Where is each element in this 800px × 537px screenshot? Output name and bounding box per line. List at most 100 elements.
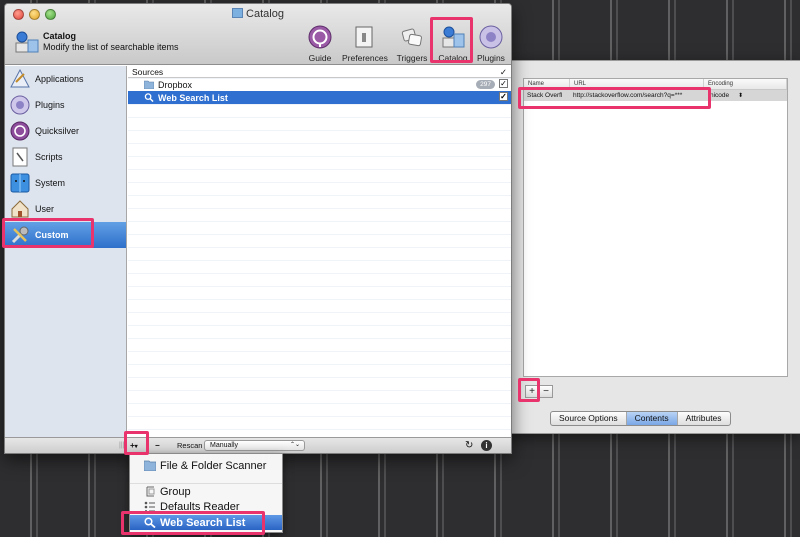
item-count-badge: 297 (476, 80, 495, 89)
toolbar-catalog-label: Catalog (438, 53, 468, 63)
sidebar-item-label: User (35, 204, 55, 214)
page-subtitle: Modify the list of searchable items (43, 42, 179, 52)
rescan-value: Manually (210, 442, 239, 449)
defaults-reader-icon (144, 501, 155, 512)
menu-item-defaults-reader[interactable]: Defaults Reader (130, 499, 282, 514)
encoding-value: nicode (710, 92, 730, 99)
menu-item-file-folder-scanner[interactable]: File & Folder Scanner (130, 458, 282, 473)
web-search-table: Name URL Encoding Stack Overfl http://st… (523, 78, 788, 377)
catalog-header-icon (15, 31, 39, 53)
sidebar-item-system[interactable]: System (5, 170, 126, 196)
enabled-column-title: ✓ (499, 67, 507, 77)
tab-attributes[interactable]: Attributes (678, 412, 730, 425)
magnifier-icon (144, 517, 156, 528)
catalog-title-icon (232, 8, 244, 18)
source-detail-window: Name URL Encoding Stack Overfl http://st… (508, 60, 800, 434)
toolbar-guide-label: Guide (308, 53, 332, 63)
rescan-popup[interactable]: Manually ⌃⌄ (204, 440, 305, 451)
sidebar-item-label: Quicksilver (35, 126, 80, 136)
toolbar-triggers[interactable]: Triggers (392, 25, 432, 63)
system-icon (10, 173, 30, 193)
toolbar-plugins[interactable]: Plugins (471, 25, 511, 63)
custom-icon (11, 226, 29, 244)
magnifier-icon (144, 93, 154, 102)
toolbar-plugins-label: Plugins (477, 53, 505, 63)
menu-item-label: Web Search List (160, 516, 246, 529)
source-row-web-search-list[interactable]: Web Search List ✓ (128, 91, 511, 104)
toolbar-catalog[interactable]: Catalog (433, 25, 473, 63)
catalog-sidebar: Applications Plugins Quicksilver Scripts… (5, 66, 127, 439)
toolbar-preferences[interactable]: Preferences (342, 25, 388, 63)
popup-arrows-icon: ⌃⌄ (289, 442, 300, 448)
refresh-icon[interactable]: ↻ (465, 440, 473, 451)
menu-item-web-search-list[interactable]: Web Search List (130, 515, 282, 530)
table-row[interactable]: Stack Overfl http://stackoverflow.com/se… (524, 90, 787, 101)
tab-source-options[interactable]: Source Options (551, 412, 627, 425)
page-title: Catalog (43, 31, 77, 41)
detail-tabs: Source Options Contents Attributes (550, 411, 731, 426)
menu-item-label: File & Folder Scanner (160, 459, 267, 472)
info-icon[interactable]: i (481, 440, 492, 451)
scripts-icon (12, 147, 28, 167)
rescan-label: Rescan (177, 441, 203, 450)
cell-encoding[interactable]: nicode ⬍ (704, 90, 787, 101)
table-header: Name URL Encoding (524, 79, 787, 90)
sidebar-item-plugins[interactable]: Plugins (5, 92, 126, 118)
preferences-icon (355, 26, 373, 48)
quicksilver-icon (10, 121, 30, 141)
sidebar-item-applications[interactable]: Applications (5, 66, 126, 92)
plugins-icon (10, 95, 30, 115)
toolbar-preferences-label: Preferences (342, 53, 388, 63)
catalog-icon (442, 26, 465, 48)
sidebar-item-label: Custom (35, 230, 69, 240)
enabled-checkbox[interactable]: ✓ (499, 79, 508, 88)
column-name[interactable]: Name (524, 79, 570, 89)
sidebar-item-quicksilver[interactable]: Quicksilver (5, 118, 126, 144)
sidebar-item-user[interactable]: User (5, 196, 126, 222)
toolbar: Catalog Catalog Modify the list of searc… (5, 4, 511, 65)
tab-contents[interactable]: Contents (626, 412, 678, 425)
cell-name[interactable]: Stack Overfl (524, 90, 570, 101)
remove-url-button[interactable]: − (539, 385, 553, 398)
window-title: Catalog (5, 8, 511, 20)
user-icon (11, 200, 29, 218)
sidebar-item-label: System (35, 178, 66, 188)
add-url-button[interactable]: + (525, 385, 539, 398)
toolbar-triggers-label: Triggers (396, 53, 428, 63)
group-icon (146, 486, 155, 497)
menu-item-group[interactable]: Group (130, 484, 282, 499)
sidebar-item-label: Scripts (35, 152, 63, 162)
add-source-menu: File & Folder Scanner Group Defaults Rea… (129, 453, 283, 533)
add-source-button[interactable]: +▾ (130, 440, 146, 453)
toolbar-guide[interactable]: Guide (300, 25, 340, 63)
guide-icon (308, 25, 332, 49)
resize-grip-icon[interactable]: ||| (119, 440, 124, 451)
folder-icon (144, 80, 154, 89)
remove-source-button[interactable]: − (155, 440, 160, 451)
menu-item-label: Group (160, 485, 191, 498)
folder-icon (144, 460, 156, 471)
enabled-checkbox[interactable]: ✓ (499, 92, 508, 101)
column-encoding[interactable]: Encoding (704, 79, 787, 89)
triggers-icon (401, 28, 422, 47)
cell-url[interactable]: http://stackoverflow.com/search?q=*** (570, 90, 704, 101)
column-url[interactable]: URL (570, 79, 704, 89)
catalog-window: Catalog Catalog Modify the list of searc… (4, 3, 512, 454)
sidebar-item-scripts[interactable]: Scripts (5, 144, 126, 170)
menu-item-label: Defaults Reader (160, 500, 240, 513)
window-title-text: Catalog (246, 8, 284, 20)
source-label: Dropbox (158, 79, 193, 90)
source-row-dropbox[interactable]: Dropbox 297 ✓ (128, 78, 511, 91)
chevron-down-icon: ▾ (134, 444, 138, 450)
sources-header: Sources ✓ (128, 66, 511, 78)
stepper-icon: ⬍ (738, 93, 744, 99)
source-label: Web Search List (158, 92, 228, 103)
sidebar-item-custom[interactable]: Custom (5, 222, 126, 248)
sources-list: Sources ✓ Dropbox 297 ✓ Web Search List … (128, 66, 511, 439)
sidebar-item-label: Applications (35, 74, 84, 84)
plugins-icon (479, 25, 503, 49)
bottom-bar: ||| +▾ − Rescan Manually ⌃⌄ ↻ i (5, 437, 511, 453)
applications-icon (10, 69, 30, 88)
sidebar-item-label: Plugins (35, 100, 65, 110)
sources-column-title: Sources (132, 67, 164, 77)
